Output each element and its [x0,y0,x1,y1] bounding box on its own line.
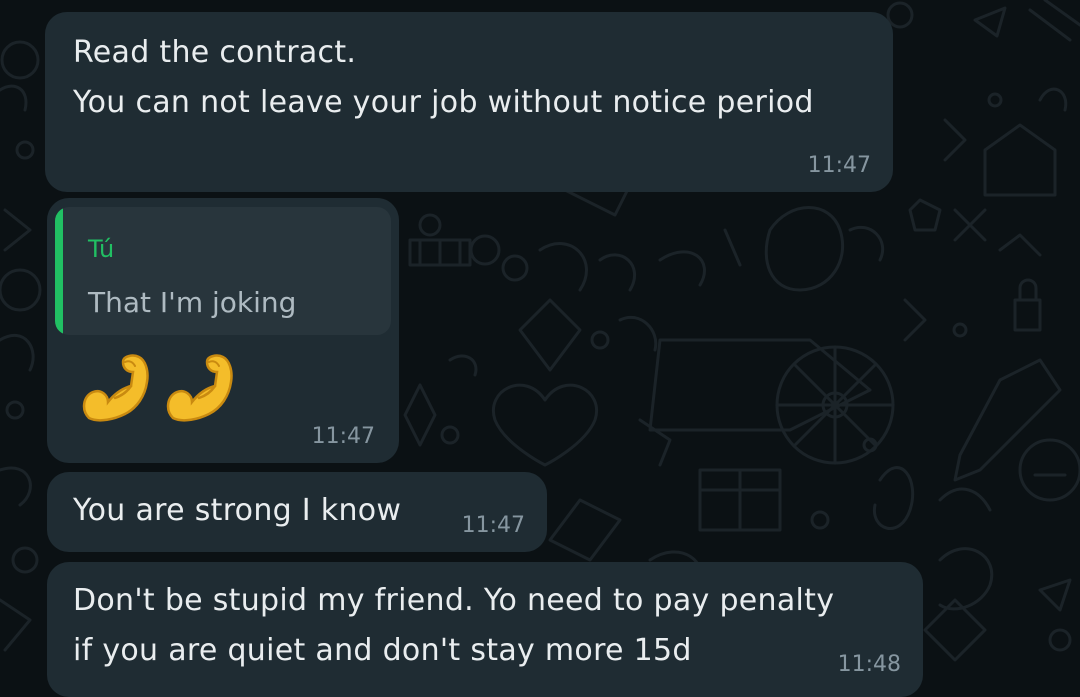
message-bubble-4[interactable]: Don't be stupid my friend. Yo need to pa… [47,562,923,697]
flexed-biceps-icon [82,354,149,422]
flexed-biceps-icon [166,354,233,422]
message-text-line: Don't be stupid my friend. Yo need to pa… [73,583,835,618]
message-timestamp: 11:47 [311,424,375,449]
message-timestamp: 11:47 [461,513,525,538]
message-bubble-3[interactable]: You are strong I know 11:47 [47,472,547,552]
message-text-line: You are strong I know [73,493,402,528]
message-timestamp: 11:48 [837,652,901,677]
message-text-line: if you are quiet and don't stay more 15d [73,633,692,668]
message-text-line: You can not leave your job without notic… [73,85,814,120]
message-timestamp: 11:47 [807,153,871,178]
message-bubble-2[interactable]: Tú That I'm joking 11:47 [47,198,399,463]
quoted-message[interactable]: Tú That I'm joking [55,207,391,335]
quoted-text: That I'm joking [88,286,297,319]
quote-accent-bar [55,207,63,335]
message-bubble-1[interactable]: Read the contract. You can not leave you… [45,12,893,192]
message-text-line: Read the contract. [73,35,357,70]
quoted-author: Tú [88,235,115,263]
